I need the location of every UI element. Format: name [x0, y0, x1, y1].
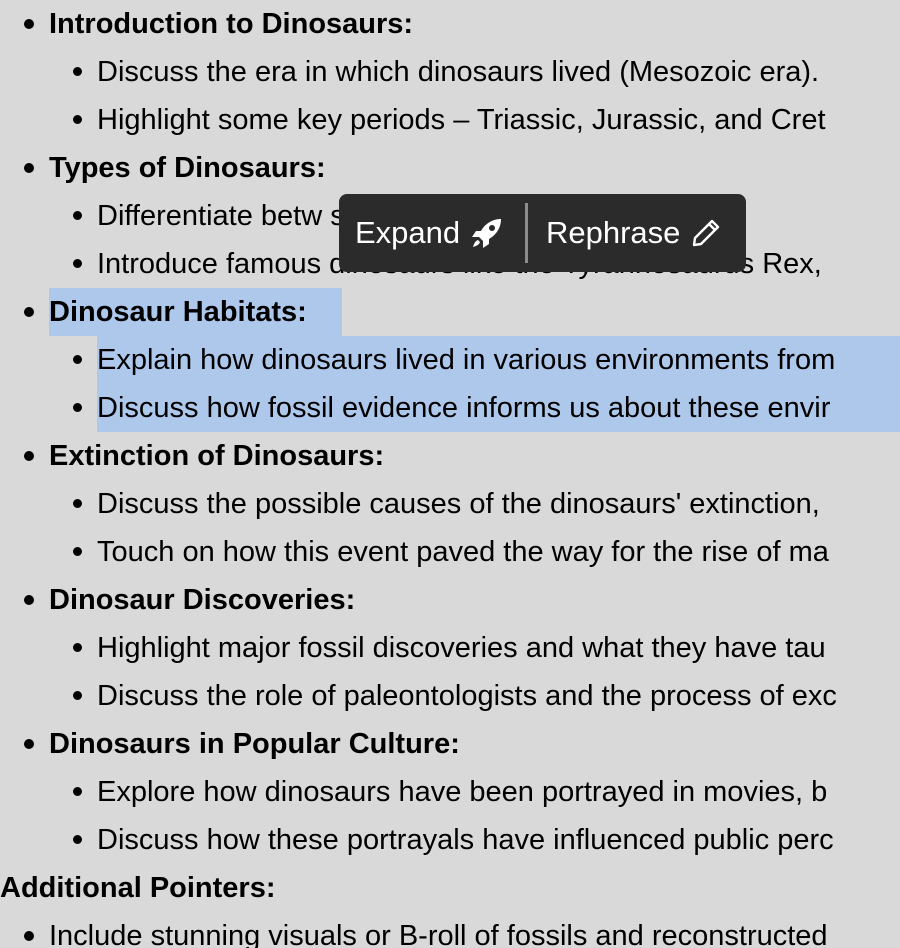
bullet [24, 595, 34, 605]
item-text: Explain how dinosaurs lived in various e… [97, 344, 836, 376]
heading-text: Extinction of Dinosaurs: [49, 440, 385, 472]
rephrase-button[interactable]: Rephrase [546, 194, 722, 272]
item-text: Highlight some key periods – Triassic, J… [97, 104, 826, 136]
bullet [73, 787, 82, 796]
item-text: Include stunning visuals or B-roll of fo… [49, 920, 828, 948]
bullet [73, 499, 82, 508]
heading-text: Dinosaur Habitats: [49, 296, 307, 328]
bullet [73, 67, 82, 76]
bullet [73, 835, 82, 844]
selection-toolbar: Expand Rephrase [339, 194, 746, 272]
heading-text: Types of Dinosaurs: [49, 152, 326, 184]
bullet [73, 643, 82, 652]
toolbar-divider [525, 203, 528, 263]
bullet [73, 691, 82, 700]
section-title-text: Additional Pointers: [0, 872, 276, 904]
bullet [24, 931, 34, 941]
bullet [24, 19, 34, 29]
rephrase-label: Rephrase [546, 215, 681, 250]
bullet [24, 307, 34, 317]
item-text: Highlight major fossil discoveries and w… [97, 632, 826, 664]
bullet [24, 451, 34, 461]
bullet [73, 547, 82, 556]
bullet [73, 115, 82, 124]
expand-label: Expand [355, 215, 461, 250]
item-text: Discuss the era in which dinosaurs lived… [97, 56, 820, 88]
bullet [73, 355, 82, 364]
heading-text: Dinosaur Discoveries: [49, 584, 356, 616]
item-text: Touch on how this event paved the way fo… [97, 536, 829, 568]
item-text: Discuss the possible causes of the dinos… [97, 488, 820, 520]
item-text: Discuss the role of paleontologists and … [97, 680, 837, 712]
document-body: Introduction to Dinosaurs: Discuss the e… [0, 0, 900, 948]
bullet [73, 211, 82, 220]
pencil-icon [690, 217, 722, 249]
rocket-icon [470, 216, 504, 250]
heading-text: Introduction to Dinosaurs: [49, 8, 414, 40]
bullet [24, 739, 34, 749]
item-text: Discuss how fossil evidence informs us a… [97, 392, 831, 424]
item-text: Explore how dinosaurs have been portraye… [97, 776, 828, 808]
bullet [73, 259, 82, 268]
heading-text: Dinosaurs in Popular Culture: [49, 728, 460, 760]
bullet [73, 403, 82, 412]
item-text: Discuss how these portrayals have influe… [97, 824, 834, 856]
bullet [24, 163, 34, 173]
expand-button[interactable]: Expand [355, 194, 504, 272]
